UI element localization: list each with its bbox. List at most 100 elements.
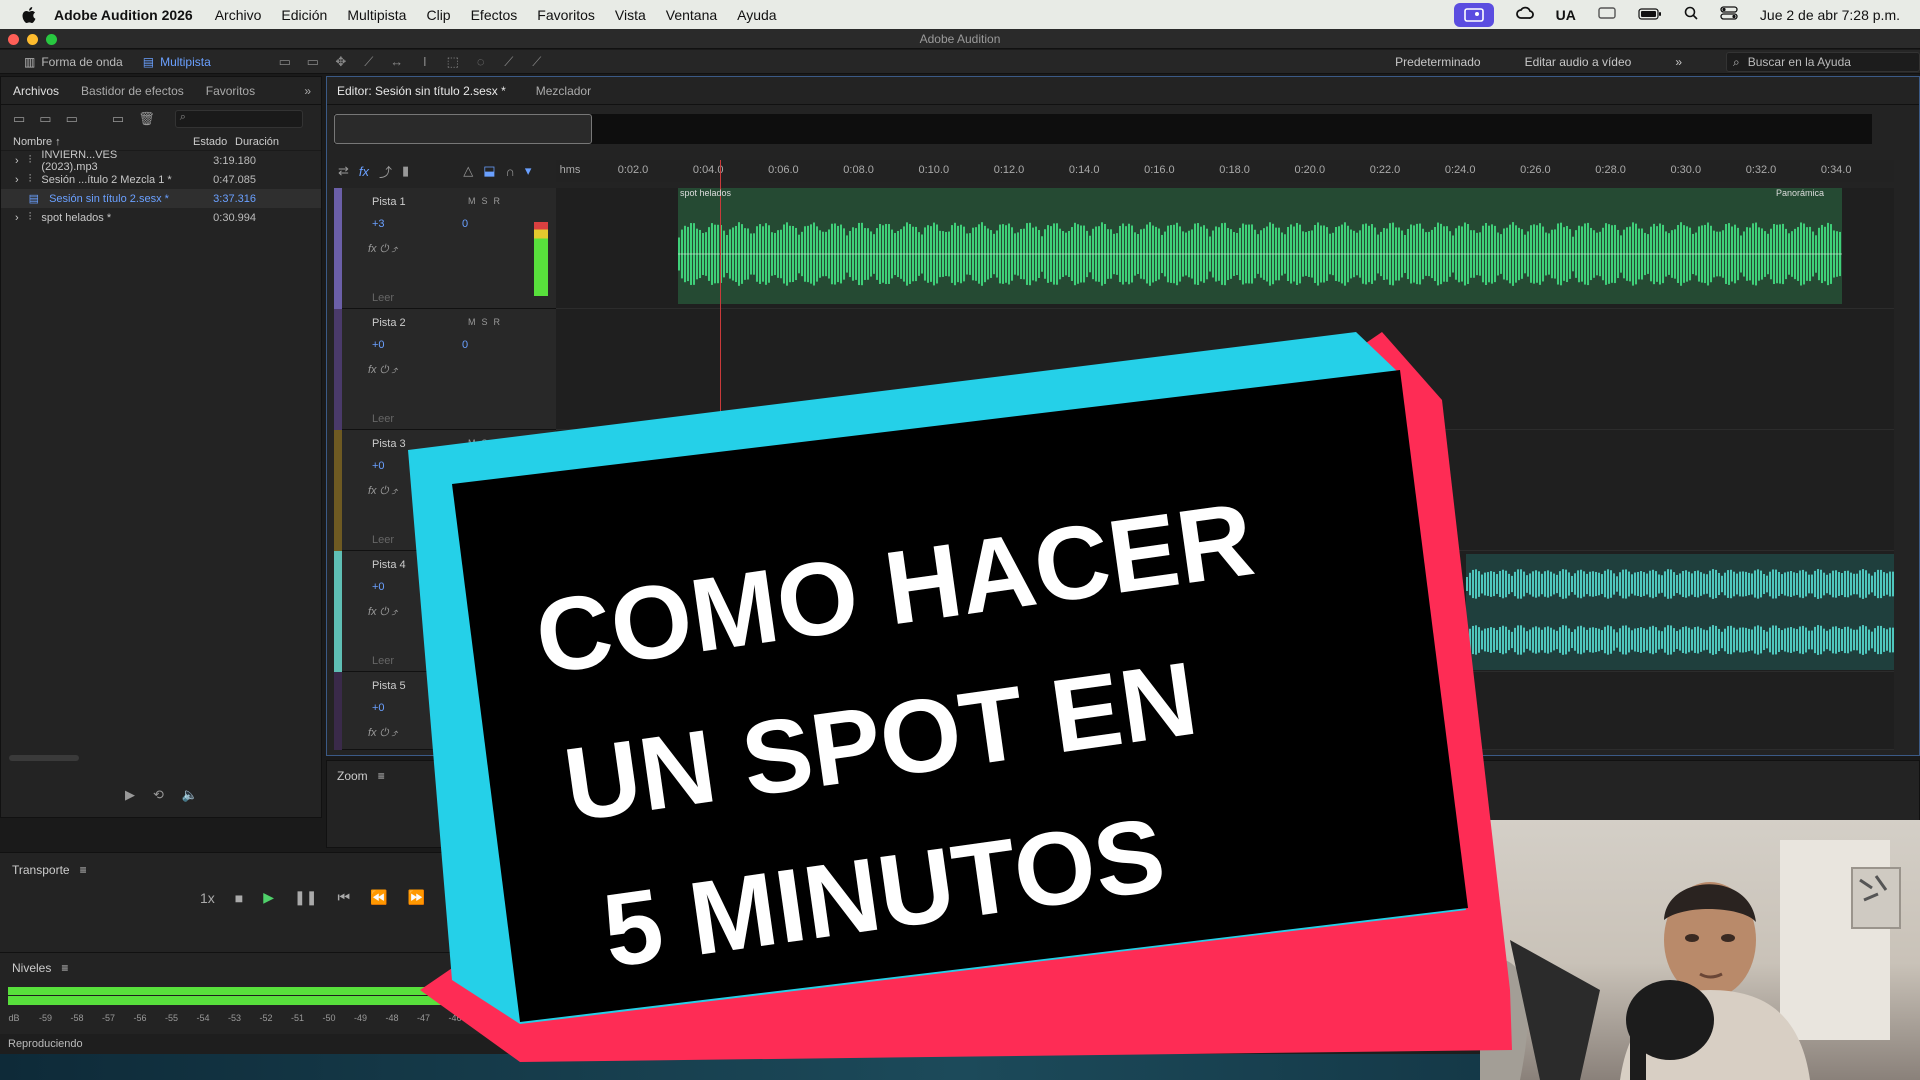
timeline-ruler[interactable]: hms 0:02.0 0:04.0 0:06.0 0:08.0 0:10.0 0:12.0 0… (556, 160, 1894, 182)
display-icon[interactable] (1598, 6, 1616, 23)
metronome-icon[interactable]: △ (463, 163, 473, 179)
insert-icon[interactable]: ▭ (112, 111, 124, 127)
track-effects-icon[interactable]: fx ⏻ ⤴ (368, 364, 398, 377)
record-icon[interactable]: ● (478, 890, 486, 906)
tab-files[interactable]: Archivos (13, 84, 59, 98)
eq-icon[interactable]: ▮ (402, 163, 409, 179)
track-effects-icon[interactable]: fx ⏻ ⤴ (368, 485, 398, 498)
record-arm-button[interactable]: R (494, 559, 501, 569)
battery-icon[interactable] (1638, 7, 1662, 23)
solo-button[interactable]: S (482, 196, 488, 206)
minimize-window-button[interactable] (27, 34, 38, 45)
pitch-view-icon[interactable]: ▭ (305, 54, 321, 70)
record-arm-button[interactable]: R (494, 196, 501, 206)
stop-icon[interactable]: ■ (235, 890, 243, 906)
multitrack-view-button[interactable]: ▤ Multipista (133, 51, 221, 73)
track-effects-icon[interactable]: fx ⏻ ⤴ (368, 727, 398, 740)
marker-icon[interactable]: ▾ (525, 163, 532, 179)
menu-multipista[interactable]: Multipista (347, 7, 406, 23)
mute-button[interactable]: M (468, 438, 476, 448)
inputs-outputs-icon[interactable]: ⇄ (338, 163, 349, 179)
pause-icon[interactable]: ❚❚ (294, 889, 317, 906)
volume-knob-value[interactable]: +0 (372, 702, 385, 714)
playhead[interactable] (720, 160, 721, 750)
screen-share-icon[interactable] (1453, 2, 1494, 27)
col-duration[interactable]: Duración (235, 136, 279, 148)
col-name[interactable]: Nombre ↑ (13, 136, 193, 148)
play-preview-icon[interactable]: ▶ (125, 787, 135, 803)
razor-tool-icon[interactable]: ⟋ (361, 54, 377, 70)
audio-clip[interactable]: spot helados Panorámica (678, 188, 1842, 304)
track-name[interactable]: Pista 4 (372, 559, 406, 571)
menu-archivo[interactable]: Archivo (215, 7, 262, 23)
volume-knob-value[interactable]: +3 (372, 218, 385, 230)
mute-button[interactable]: M (468, 317, 476, 327)
record-arm-button[interactable]: R (494, 317, 501, 327)
menu-ventana[interactable]: Ventana (666, 7, 717, 23)
track-name[interactable]: Pista 5 (372, 680, 406, 692)
mute-button[interactable]: M (468, 559, 476, 569)
brush-tool-icon[interactable]: ⟋ (501, 54, 517, 70)
tab-mixer[interactable]: Mezclador (536, 84, 591, 98)
autoplay-icon[interactable]: 🔈 (182, 787, 198, 803)
pan-knob-value[interactable]: 0 (462, 339, 468, 351)
track-effects-icon[interactable]: fx ⏻ ⤴ (368, 243, 398, 256)
solo-button[interactable]: S (482, 438, 488, 448)
expand-chevron-icon[interactable]: › (15, 155, 19, 167)
healing-tool-icon[interactable]: ⟋ (529, 54, 545, 70)
clip-pan-label[interactable]: Panorámica (1776, 188, 1824, 198)
menu-efectos[interactable]: Efectos (471, 7, 518, 23)
more-workspaces-icon[interactable]: » (1675, 55, 1682, 69)
play-icon[interactable]: ▶ (263, 889, 274, 906)
record-arm-button[interactable]: R (494, 680, 501, 690)
sends-icon[interactable]: ⤴ (379, 162, 392, 181)
clock[interactable]: Jue 2 de abr 7:28 p.m. (1760, 7, 1900, 23)
waveform-view-button[interactable]: ▥ Forma de onda (14, 51, 133, 73)
spotlight-search-icon[interactable] (1684, 6, 1698, 23)
app-name[interactable]: Adobe Audition 2026 (54, 7, 193, 23)
record-arm-button[interactable]: R (494, 438, 501, 448)
volume-knob-value[interactable]: +0 (372, 581, 385, 593)
files-search-input[interactable]: ⌕ (174, 110, 303, 128)
move-tool-icon[interactable]: ✥ (333, 54, 349, 70)
effects-icon[interactable]: fx (359, 164, 369, 179)
fast-forward-icon[interactable]: ⏩ (408, 889, 425, 906)
col-state[interactable]: Estado (193, 136, 235, 148)
tab-favorites[interactable]: Favoritos (206, 84, 255, 98)
rewind-icon[interactable]: ⏪ (370, 889, 387, 906)
audio-clip-stereo[interactable] (1466, 554, 1894, 670)
expand-chevron-icon[interactable]: › (15, 212, 19, 224)
panel-menu-icon[interactable]: ≡ (378, 769, 385, 783)
menu-vista[interactable]: Vista (615, 7, 646, 23)
automation-mode[interactable]: Leer (372, 292, 394, 304)
panel-expand-icon[interactable]: » (304, 84, 311, 98)
time-selection-tool-icon[interactable]: I (417, 54, 433, 70)
loop-preview-icon[interactable]: ⟲ (153, 787, 164, 803)
slip-tool-icon[interactable]: ↔ (389, 54, 405, 70)
track-lane[interactable] (556, 309, 1894, 430)
track-effects-icon[interactable]: fx ⏻ ⤴ (368, 606, 398, 619)
apple-icon[interactable] (18, 5, 38, 25)
track-name[interactable]: Pista 3 (372, 438, 406, 450)
volume-knob-value[interactable]: +0 (372, 339, 385, 351)
automation-mode[interactable]: Leer (372, 655, 394, 667)
zoom-window-button[interactable] (46, 34, 57, 45)
track-lane[interactable] (556, 430, 1894, 551)
file-row[interactable]: › ⫶ spot helados * 0:30.994 (1, 208, 321, 227)
snap-icon[interactable]: ⬓ (483, 163, 495, 179)
marquee-tool-icon[interactable]: ⬚ (445, 54, 461, 70)
volume-knob-value[interactable]: +0 (372, 460, 385, 472)
lasso-tool-icon[interactable]: ◌ (473, 54, 489, 70)
tab-editor-session[interactable]: Editor: Sesión sin título 2.sesx * (337, 84, 506, 98)
go-to-start-icon[interactable]: ⏮ (338, 889, 351, 906)
pan-knob-value[interactable]: 0 (462, 218, 468, 230)
automation-mode[interactable]: Leer (372, 534, 394, 546)
menu-edicion[interactable]: Edición (281, 7, 327, 23)
files-scrollbar[interactable] (9, 755, 79, 761)
solo-button[interactable]: S (482, 680, 488, 690)
file-row-selected[interactable]: ›▤Sesión sin título 2.sesx * 3:37.316 (1, 189, 321, 208)
open-file-icon[interactable]: ▭ (13, 111, 25, 127)
track-name[interactable]: Pista 2 (372, 317, 406, 329)
delete-icon[interactable]: 🗑 (138, 111, 155, 127)
keyboard-locale[interactable]: UA (1556, 7, 1576, 23)
